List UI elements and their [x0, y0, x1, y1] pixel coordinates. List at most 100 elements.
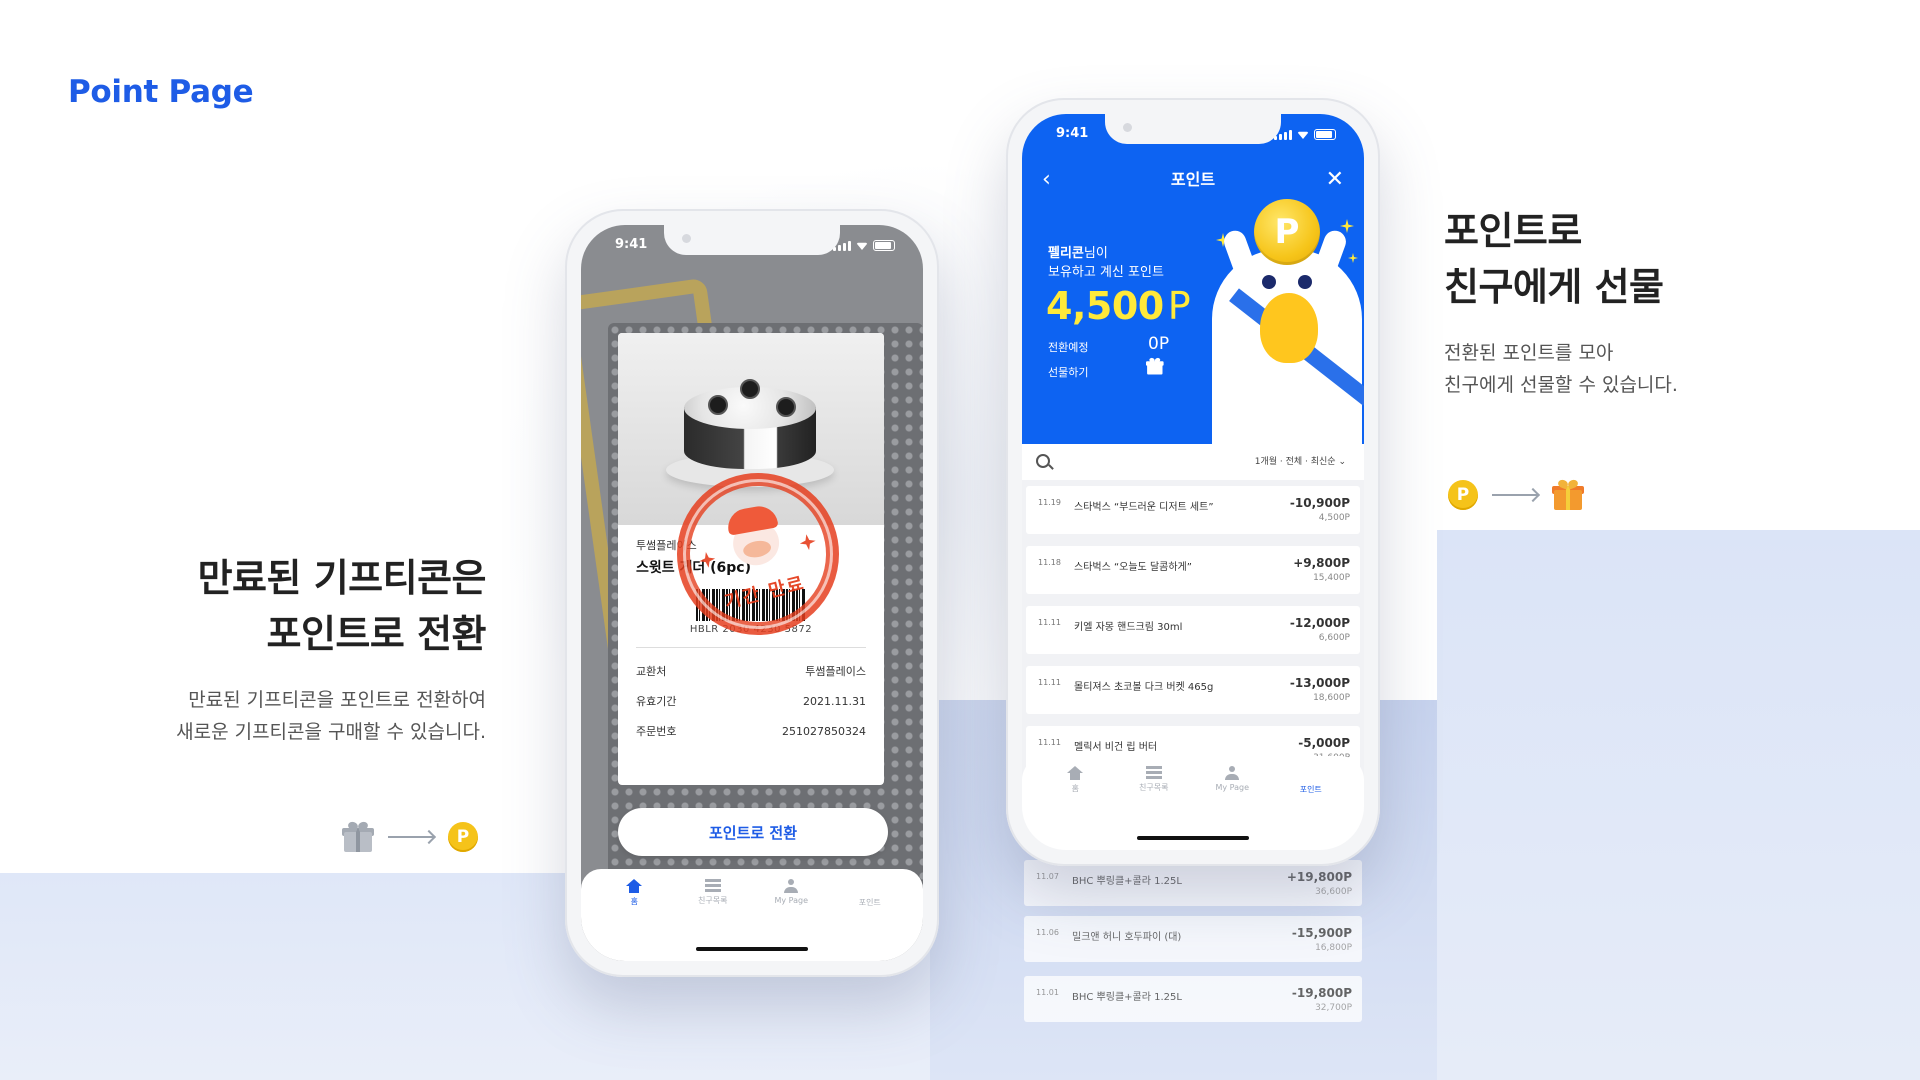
transaction-date: 11.18 [1038, 558, 1061, 567]
left-headline-line-1: 만료된 기프티콘은 [197, 556, 487, 600]
left-description-line-2: 새로운 기프티콘을 구매할 수 있습니다. [176, 721, 486, 743]
transaction-amount: -19,800P [1291, 986, 1352, 1000]
phone-screen: 9:41 ‹ 포인트 ✕ 펠리콘님이 보유하고 계신 포인트 4,500 P 전환… [1022, 114, 1364, 850]
close-icon[interactable]: ✕ [1326, 166, 1344, 194]
point-coin-icon: P [1254, 199, 1320, 265]
left-headline-line-2: 포인트로 전환 [266, 612, 487, 656]
transaction-balance: 36,600P [1315, 887, 1352, 897]
balance-greeting: 펠리콘님이 보유하고 계신 포인트 [1048, 244, 1164, 282]
tab-label: 친구목록 [1139, 783, 1169, 792]
gift-icon [1552, 478, 1584, 510]
search-icon[interactable] [1036, 454, 1050, 468]
list-item: 11.06 밀크앤 허니 호두파이 (대) -15,900P 16,800P [1024, 916, 1362, 962]
gift-to-point-flow: P [342, 820, 478, 852]
transaction-balance: 4,500P [1318, 513, 1350, 523]
nav-bar: ‹ 포인트 ✕ [1022, 166, 1364, 196]
coupon-info-row: 유효기간 2021.11.31 [636, 686, 866, 716]
left-description-line-1: 만료된 기프티콘을 포인트로 전환하여 [188, 689, 486, 711]
pending-value: 0P [1148, 334, 1170, 354]
gift-button[interactable] [1146, 357, 1164, 375]
transaction-name: BHC 뿌링클+콜라 1.25L [1072, 876, 1182, 887]
transaction-amount: +19,800P [1286, 870, 1352, 884]
gift-icon [342, 820, 374, 852]
transaction-date: 11.11 [1038, 738, 1061, 747]
home-icon [626, 879, 643, 893]
coupon-info-row: 교환처 투썸플레이스 [636, 656, 866, 686]
transaction-amount: -15,900P [1291, 926, 1352, 940]
coupon-info-label: 유효기간 [636, 695, 677, 708]
transaction-name: BHC 뿌링클+콜라 1.25L [1072, 992, 1182, 1003]
nav-title: 포인트 [1170, 170, 1216, 189]
mascot-illustration: P [1198, 199, 1364, 479]
transaction-balance: 6,600P [1318, 633, 1350, 643]
transaction-date: 11.06 [1036, 928, 1059, 937]
coupon-info-value: 2021.11.31 [803, 694, 866, 708]
home-indicator [696, 947, 808, 951]
filter-bar: 1개월 · 전체 · 최신순 ⌄ [1022, 444, 1364, 480]
battery-icon [873, 240, 895, 251]
point-coin-icon: P [1448, 480, 1478, 510]
tab-label: 포인트 [858, 898, 881, 907]
point-balance-value: 4,500 [1046, 284, 1164, 328]
list-item[interactable]: 11.18 스타벅스 “오늘도 달콤하게” +9,800P 15,400P [1026, 546, 1360, 594]
right-description-line-1: 전환된 포인트를 모아 [1444, 342, 1614, 364]
transaction-name: 몰티져스 초코볼 다크 버켓 465g [1074, 682, 1214, 693]
list-item[interactable]: 11.11 몰티져스 초코볼 다크 버켓 465g -13,000P 18,60… [1026, 666, 1360, 714]
transaction-name: 스타벅스 “부드러운 디저트 세트” [1074, 502, 1214, 513]
greeting-line-2: 보유하고 계신 포인트 [1048, 265, 1164, 280]
transaction-balance: 18,600P [1313, 693, 1350, 703]
list-item: 11.07 BHC 뿌링클+콜라 1.25L +19,800P 36,600P [1024, 860, 1362, 906]
coupon-info-label: 교환처 [636, 665, 667, 678]
arrow-icon [1492, 494, 1538, 496]
right-copy: 포인트로 친구에게 선물 전환된 포인트를 모아 친구에게 선물할 수 있습니다… [1444, 203, 1678, 401]
list-item[interactable]: 11.19 스타벅스 “부드러운 디저트 세트” -10,900P 4,500P [1026, 486, 1360, 534]
user-name: 펠리콘 [1048, 246, 1084, 261]
transaction-date: 11.11 [1038, 678, 1061, 687]
filter-dropdown[interactable]: 1개월 · 전체 · 최신순 ⌄ [1255, 454, 1346, 467]
coupon-info-label: 주문번호 [636, 725, 677, 738]
transaction-amount: -12,000P [1289, 616, 1350, 630]
mascot-face-icon [721, 503, 789, 574]
wifi-icon [1297, 131, 1309, 139]
point-balance-unit: P [1167, 284, 1191, 328]
transaction-balance: 16,800P [1315, 943, 1352, 953]
point-icon: P [862, 879, 878, 894]
point-icon: P [1303, 766, 1319, 781]
list-icon [704, 879, 721, 892]
tab-label: 친구목록 [698, 896, 728, 905]
background-panel-right [1437, 530, 1920, 1080]
home-icon [1067, 766, 1084, 780]
phone-notch [664, 225, 840, 255]
tab-label: 포인트 [1299, 785, 1322, 794]
transaction-balance: 15,400P [1313, 573, 1350, 583]
phone-screen: 9:41 투썸플레이스 스윗트 게더 (6pc) HBLR 2030 4230 … [581, 225, 923, 961]
home-indicator [1137, 836, 1249, 840]
chevron-down-icon: ⌄ [1338, 457, 1346, 467]
tab-points[interactable]: P 포인트 [831, 869, 910, 961]
left-copy: 만료된 기프티콘은 포인트로 전환 만료된 기프티콘을 포인트로 전환하여 새로… [176, 550, 486, 748]
transaction-name: 밀크앤 허니 호두파이 (대) [1072, 932, 1182, 943]
cake-image [666, 373, 834, 487]
greeting-suffix: 님이 [1083, 246, 1108, 261]
tab-home[interactable]: 홈 [1036, 756, 1115, 850]
tab-label: My Page [774, 896, 809, 905]
tab-label: 홈 [630, 897, 638, 906]
transaction-amount: -13,000P [1289, 676, 1350, 690]
transaction-date: 11.11 [1038, 618, 1061, 627]
transaction-date: 11.01 [1036, 988, 1059, 997]
list-item: 11.01 BHC 뿌링클+콜라 1.25L -19,800P 32,700P [1024, 976, 1362, 1022]
transaction-amount: +9,800P [1293, 556, 1350, 570]
tab-home[interactable]: 홈 [595, 869, 674, 961]
point-coin-icon: P [448, 822, 478, 852]
coupon-info-row: 주문번호 251027850324 [636, 716, 866, 746]
transaction-name: 스타벅스 “오늘도 달콤하게” [1074, 562, 1192, 573]
status-time: 9:41 [615, 237, 648, 252]
right-headline-line-2: 친구에게 선물 [1444, 265, 1664, 309]
tab-points[interactable]: P 포인트 [1272, 756, 1351, 850]
point-balance: 4,500 P [1046, 284, 1191, 328]
filter-label: 1개월 · 전체 · 최신순 [1254, 457, 1336, 467]
gift-icon [1146, 357, 1164, 375]
list-item[interactable]: 11.11 키엘 자몽 핸드크림 30ml -12,000P 6,600P [1026, 606, 1360, 654]
transaction-date: 11.19 [1038, 498, 1061, 507]
convert-to-points-button[interactable]: 포인트로 전환 [618, 808, 888, 856]
